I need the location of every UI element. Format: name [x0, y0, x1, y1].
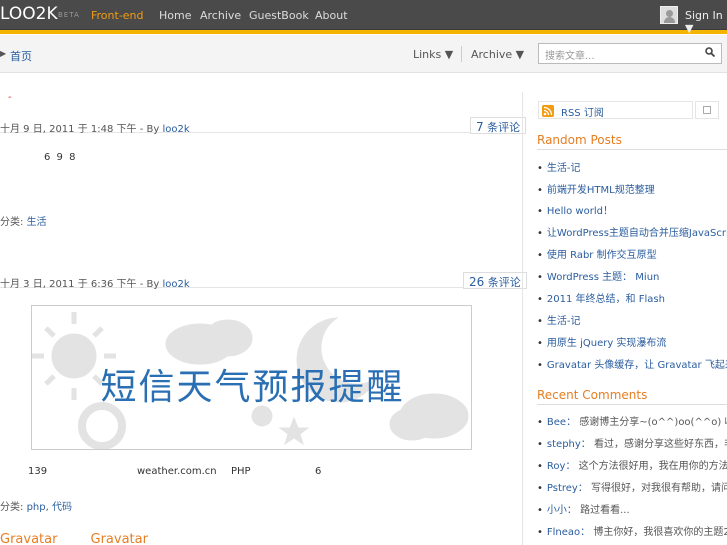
post-title-marker: -: [8, 92, 12, 103]
banner-title: 短信天气预报提醒: [100, 367, 405, 408]
breadcrumb-arrow-icon: ▶: [0, 49, 7, 58]
recent-comment-item[interactable]: •Flneao： 博主你好，我很喜欢你的主题2011 年的主题2012年: [537, 523, 727, 538]
site-logo[interactable]: LOO2K: [0, 4, 58, 24]
sidebar-divider: [522, 92, 523, 545]
subscribe-options-button[interactable]: [695, 101, 719, 119]
post-meta: 十月 9 日, 2011 于 1:48 下午 - By loo2k: [0, 124, 190, 135]
post-date: 十月 9 日, 2011 于 1:48 下午: [0, 124, 137, 135]
search-box[interactable]: 搜索文章...: [538, 43, 722, 64]
recent-comment-item[interactable]: • 小小： 路过看看...: [537, 501, 727, 516]
post-excerpt-link: weather.com.cn: [137, 466, 217, 477]
random-post-item[interactable]: • 生活-记: [537, 159, 727, 174]
nav-archive[interactable]: Archive: [200, 9, 241, 22]
post-author-link[interactable]: loo2k: [162, 279, 189, 290]
random-post-item[interactable]: • 使用 Rabr 制作交互原型: [537, 246, 727, 261]
post-author-link[interactable]: loo2k: [162, 124, 189, 135]
recent-comments-heading: Recent Comments: [537, 388, 648, 402]
nav-about[interactable]: About: [315, 9, 348, 22]
section-divider: [537, 404, 727, 405]
post-excerpt-text: PHP: [231, 466, 251, 477]
random-post-item[interactable]: • Gravatar 头像缓存，让 Gravatar 飞起来吧: [537, 356, 727, 371]
category-link-code[interactable]: 代码: [52, 502, 72, 513]
submenu-divider: [461, 46, 462, 62]
archive-dropdown[interactable]: Archive ▼: [471, 48, 524, 61]
random-post-item[interactable]: • 前端开发HTML规范整理: [537, 181, 727, 196]
rss-subscribe-button[interactable]: RSS 订阅: [538, 101, 693, 119]
section-divider: [537, 149, 727, 150]
recent-comment-item[interactable]: •stephy： 看过，感谢分享这些好东西，非常实用的资料，学习了: [537, 435, 727, 450]
accent-stripe: [0, 30, 727, 34]
recent-comment-item[interactable]: •Pstrey： 写得很好，对我很有帮助，请问那个插件叫什么名字呢，谢谢: [537, 479, 727, 494]
recent-comment-item[interactable]: •Roy： 这个方法很好用，我在用你的方法做了 一个类似的功能，谢谢分享: [537, 457, 727, 472]
search-input[interactable]: 搜索文章...: [545, 47, 595, 62]
nav-front-end[interactable]: Front-end: [91, 9, 144, 22]
nav-home[interactable]: Home: [159, 9, 191, 22]
random-post-item[interactable]: • 用原生 jQuery 实现瀑布流: [537, 334, 727, 349]
sign-in-menu[interactable]: Sign In ▼: [685, 9, 727, 35]
post-excerpt: 6 9 8: [44, 152, 76, 163]
post-title-link[interactable]: Gravatar Gravatar: [0, 532, 148, 545]
random-post-item[interactable]: • Hello world！: [537, 202, 727, 217]
user-avatar-icon[interactable]: [660, 6, 678, 24]
post-categories: 分类: php, 代码: [0, 502, 72, 513]
beta-badge: BETA: [58, 11, 80, 19]
random-posts-heading: Random Posts: [537, 133, 622, 147]
comment-count-button[interactable]: 26 条评论: [463, 272, 527, 289]
post-excerpt-text: 139: [28, 466, 48, 477]
nav-guestbook[interactable]: GuestBook: [249, 9, 309, 22]
recent-comment-item[interactable]: •Bee： 感谢博主分享~(o^^)oo(^^o) 收藏了哈哈哈哈哈哈: [537, 413, 727, 428]
window-icon: [703, 106, 711, 114]
rss-label: RSS 订阅: [561, 108, 604, 119]
comment-count-button[interactable]: 7 条评论: [470, 117, 527, 134]
breadcrumb-home[interactable]: 首页: [10, 48, 32, 64]
random-post-item[interactable]: • WordPress 主题： Miun: [537, 268, 727, 283]
random-post-item[interactable]: • 2011 年终总结，和 Flash: [537, 290, 727, 305]
post-excerpt-text: 6: [315, 466, 322, 477]
category-link[interactable]: 生活: [27, 217, 47, 228]
post-categories: 分类: 生活: [0, 217, 47, 228]
random-post-item[interactable]: •让WordPress主题自动合并压缩JavaScript和CSS文件: [537, 224, 727, 239]
random-post-item[interactable]: • 生活-记: [537, 312, 727, 327]
search-icon[interactable]: [705, 47, 715, 57]
post-date: 十月 3 日, 2011 于 6:36 下午: [0, 279, 137, 290]
post-banner-image[interactable]: 短信天气预报提醒: [31, 305, 472, 450]
category-link-php[interactable]: php: [27, 502, 46, 513]
links-dropdown[interactable]: Links ▼: [413, 48, 453, 61]
post-meta: 十月 3 日, 2011 于 6:36 下午 - By loo2k: [0, 279, 190, 290]
rss-icon: [542, 105, 554, 117]
